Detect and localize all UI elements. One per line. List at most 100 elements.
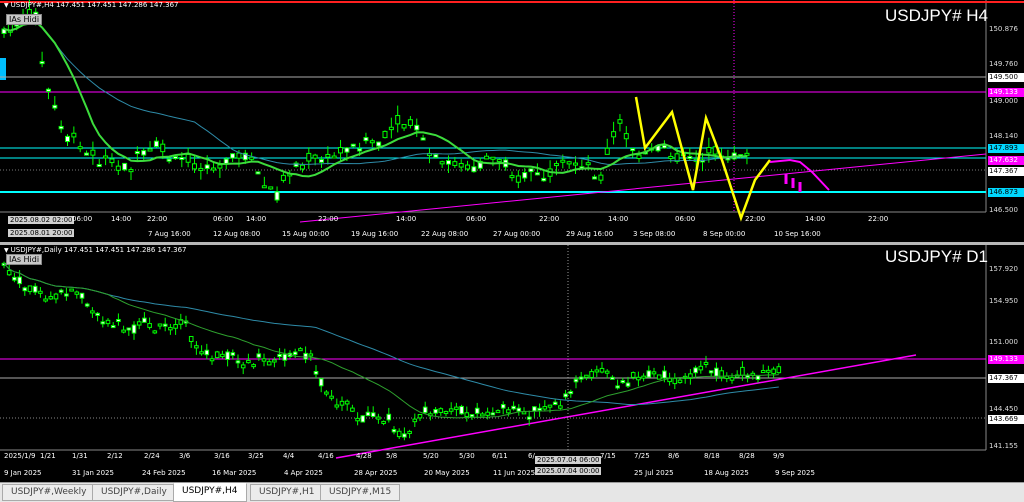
d1-plot[interactable] [0,245,1024,482]
candle-body [131,324,137,334]
price-scale-label: 144.450 [988,405,1024,414]
d1-chart[interactable]: ▼ USDJPY#,Daily 147.451 147.451 147.286 1… [0,245,1024,482]
candle-body [625,382,631,387]
candle-body [526,416,532,420]
crosshair-date-box: 2025.08.01 20:00 [8,229,75,237]
candle-body [452,161,458,166]
candle-body [407,119,413,126]
candle-body [153,140,159,148]
candle-body [90,310,95,314]
candle-body [240,364,246,369]
candle-body [266,361,272,366]
candle-body [509,175,515,179]
candle-body [656,374,662,380]
candle-body [268,186,274,190]
candle-body [662,370,667,379]
candle-body [553,163,559,167]
candle-body [324,391,329,395]
candle-body [464,412,470,418]
candle-body [331,155,337,159]
candle-body [558,405,563,409]
date-axis-label: 18 Aug 2025 [704,469,749,477]
candle-body [573,378,579,383]
time-axis-label: 8 Sep 00:00 [703,230,746,238]
time-axis-label: 22:00 [318,215,339,223]
candle-body [458,162,464,168]
candle-body [755,375,761,380]
tab-m15[interactable]: USDJPY#,M15 [320,484,401,501]
candle-body [744,152,750,156]
ashidi-label[interactable]: IAs Hidi [6,254,43,265]
tab-daily[interactable]: USDJPY#,Daily [92,484,176,501]
tab-h4[interactable]: USDJPY#,H4 [173,483,247,502]
date-axis-label: 8/28 [739,452,755,460]
candle-body [391,429,397,433]
candle-body [495,410,501,414]
date-axis-label: 3/6 [179,452,191,460]
candle-body [32,285,38,293]
trend-line [335,354,917,459]
candle-body [338,146,344,154]
date-axis-label: 2/12 [107,452,123,460]
chevron-down-icon[interactable]: ▼ [4,2,9,9]
candle-body [261,185,267,189]
candle-body [433,408,438,414]
candle-body [198,167,204,171]
candle-body [484,155,490,160]
tab-weekly[interactable]: USDJPY#,Weekly [2,484,96,501]
candle-body [274,191,280,201]
date-axis-label: 5/8 [386,452,398,460]
candle-body [204,164,210,170]
candle-body [528,168,534,173]
candle-body [355,417,360,422]
time-axis-label: 14:00 [608,215,629,223]
candle-body [776,366,782,374]
candle-body [48,296,54,300]
date-axis-label: 3/25 [248,452,264,460]
candle-body [217,164,223,169]
date-axis-label: 16 Mar 2025 [212,469,257,477]
ma-slow-line [3,263,779,406]
candle-body [566,161,572,165]
candle-body [386,413,392,421]
candle-body [90,149,96,156]
candle-body [334,404,340,408]
candle-body [313,370,319,375]
candle-body [325,153,331,158]
candle-body [100,321,106,325]
candle-body [142,317,147,323]
bid-price-label: 147.367 [988,374,1024,383]
candle-body [220,353,225,358]
candle-body [693,367,698,374]
chevron-down-icon[interactable]: ▼ [4,247,9,254]
time-axis-label: 27 Aug 00:00 [493,230,541,238]
h4-plot[interactable] [0,0,1024,242]
h4-chart[interactable]: ▼ USDJPY#,H4 147.451 147.451 147.286 147.… [0,0,1024,242]
candle-body [235,360,241,364]
ashidi-label[interactable]: IAs Hidi [6,14,43,25]
candle-body [299,164,305,170]
candle-body [515,175,521,183]
candle-body [604,147,610,155]
candle-body [496,159,502,163]
candle-body [382,130,388,139]
candle-body [485,411,490,416]
candle-body [147,323,152,328]
candle-body [360,415,366,423]
candle-body [121,329,126,333]
price-scale-label: 157.920 [988,265,1024,274]
candle-body [646,370,652,378]
candle-body [12,276,17,281]
date-axis-label: 5/20 [423,452,439,460]
candle-body [516,407,522,412]
date-axis-label: 7/25 [634,452,650,460]
date-axis-label: 4/4 [283,452,295,460]
tab-h1[interactable]: USDJPY#,H1 [250,484,324,501]
candle-body [672,377,678,385]
forecast-candle [784,174,788,184]
candle-body [344,147,350,153]
forecast-candle [798,182,802,192]
candle-body [77,146,83,150]
candle-body [568,391,574,395]
candle-body [376,416,381,420]
